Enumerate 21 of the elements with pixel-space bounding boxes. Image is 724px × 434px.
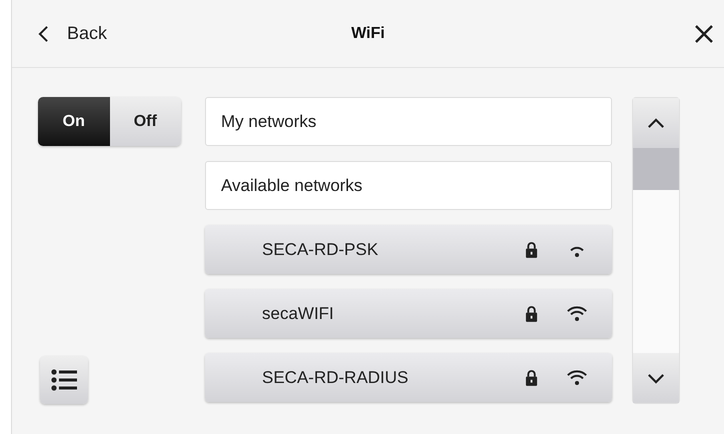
scroll-down-button[interactable] (633, 353, 679, 403)
toggle-option[interactable]: On (38, 97, 110, 146)
network-name: SECA-RD-PSK (262, 240, 380, 260)
scroll-up-button[interactable] (633, 98, 679, 148)
chevron-up-icon (647, 118, 665, 128)
section-button[interactable]: My networks (205, 97, 612, 146)
network-name: secaWIFI (262, 304, 335, 324)
network-item[interactable]: secaWIFI (205, 289, 612, 338)
scroll-thumb[interactable] (633, 148, 679, 190)
network-item[interactable]: SECA-RD-PSK (205, 225, 612, 274)
list-button[interactable] (40, 356, 88, 404)
section-button[interactable]: Available networks (205, 161, 612, 210)
toggle-option[interactable]: Off (110, 97, 181, 146)
close-icon[interactable] (694, 24, 714, 44)
window-title: WiFi (350, 24, 386, 42)
network-item[interactable]: SECA-RD-RADIUS (205, 353, 612, 402)
network-name: SECA-RD-RADIUS (262, 368, 410, 388)
chevron-left-icon (38, 24, 49, 42)
chevron-down-icon (647, 372, 665, 384)
list-icon (51, 369, 77, 391)
back-button[interactable]: Back (12, 23, 108, 44)
